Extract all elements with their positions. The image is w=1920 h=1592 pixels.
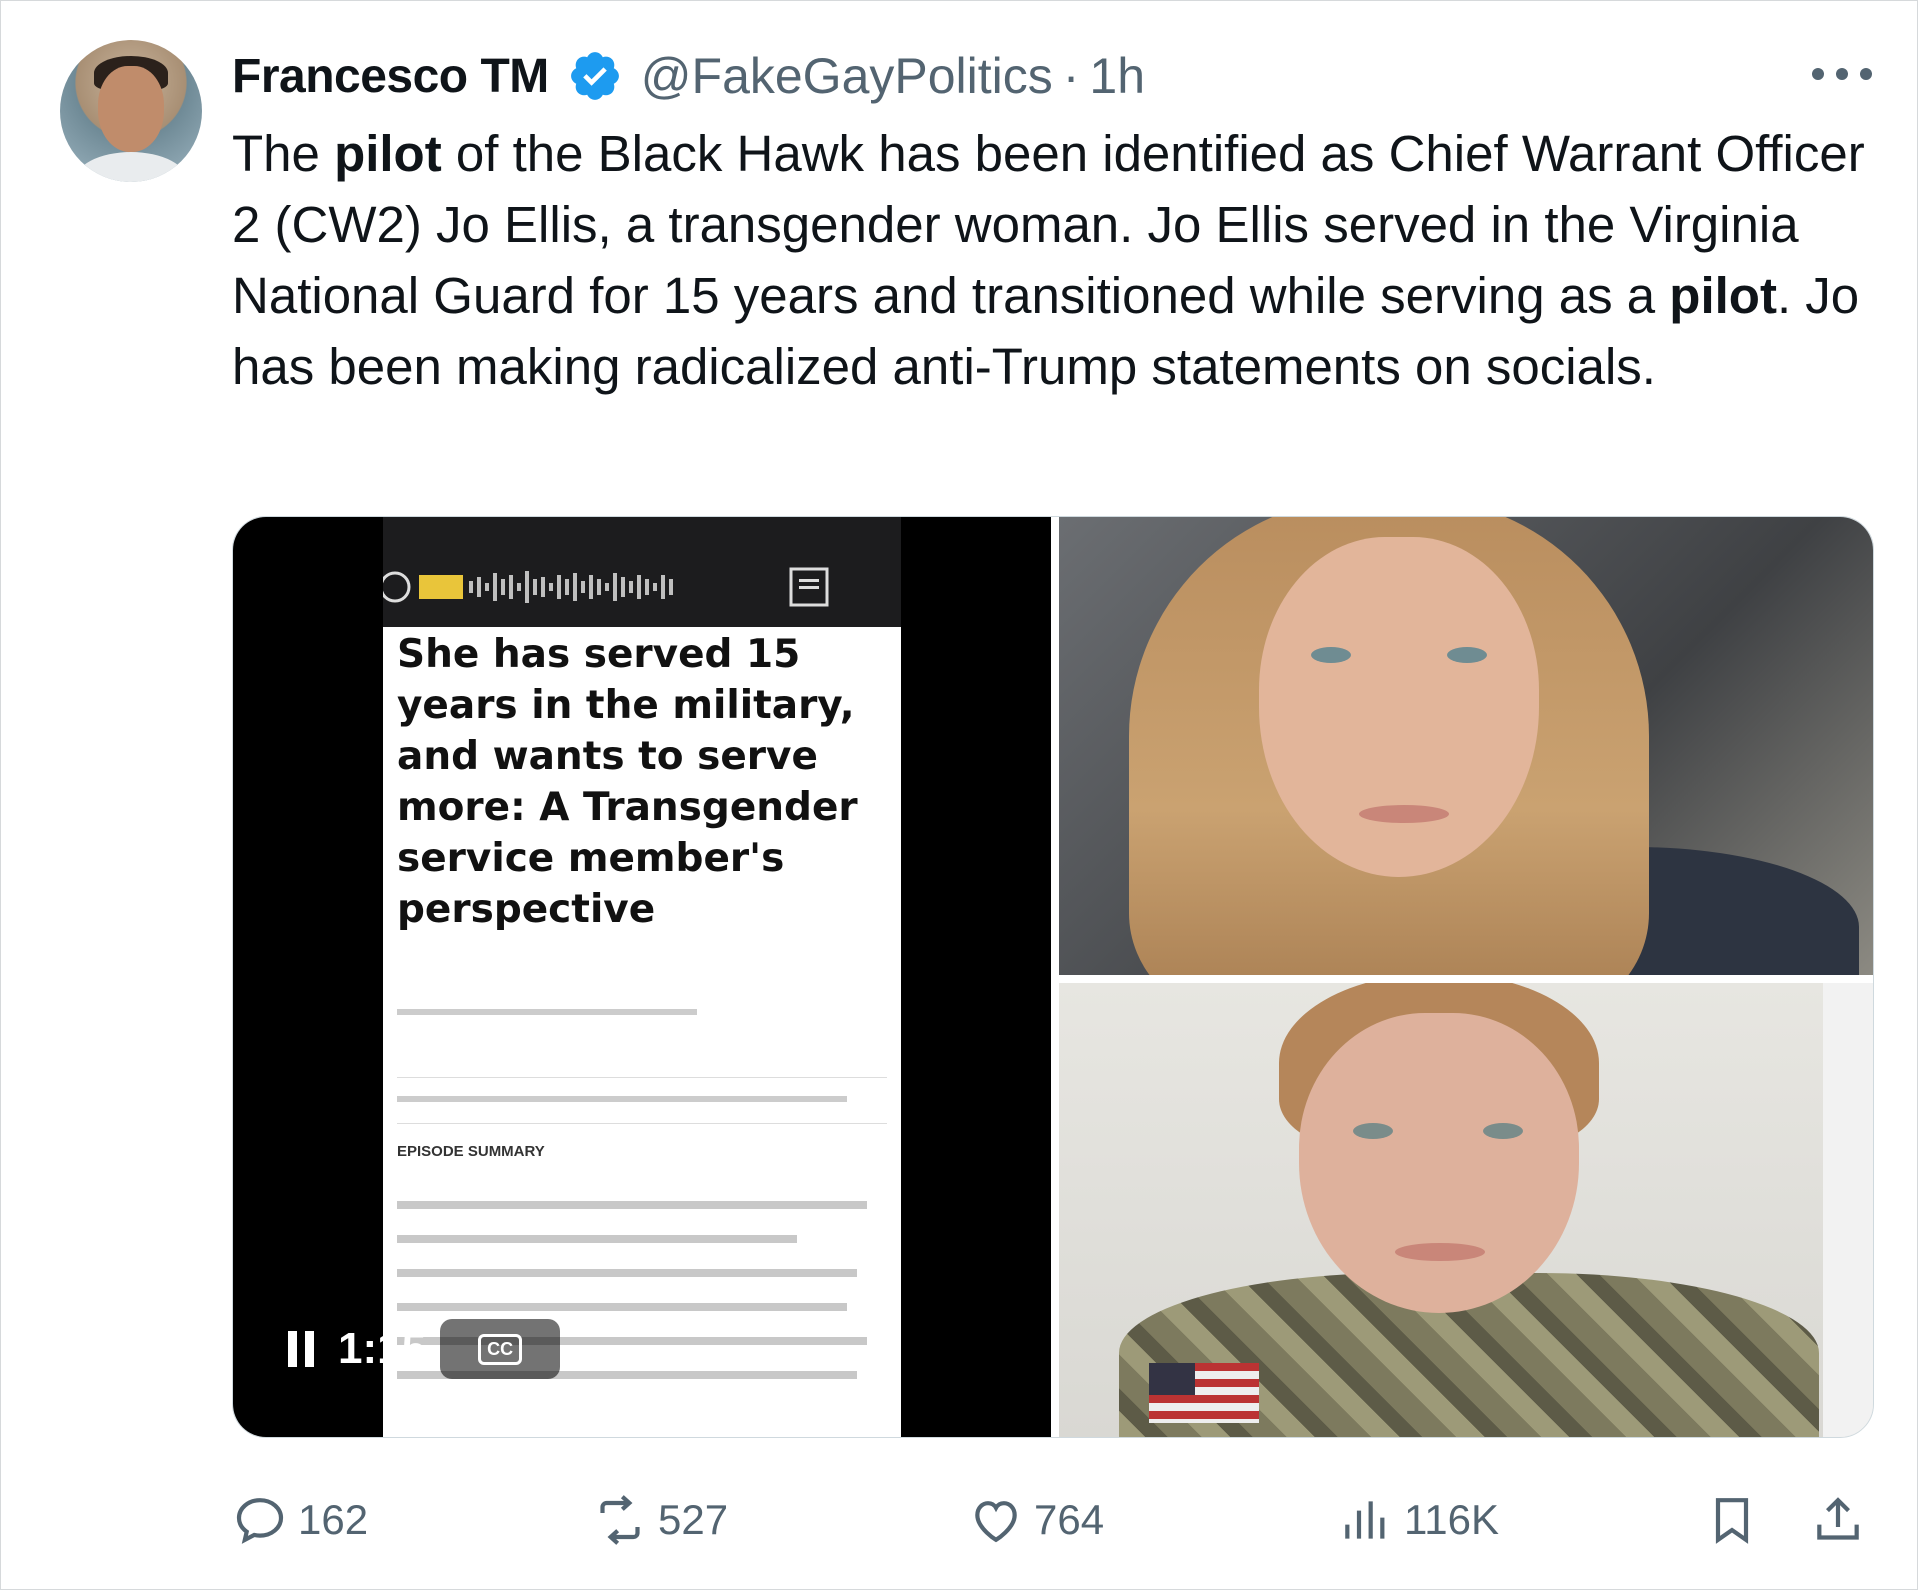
photo-face [1299, 1013, 1579, 1313]
share-button[interactable] [1810, 1490, 1866, 1550]
tweet-time[interactable]: 1h [1089, 47, 1145, 105]
article-meta-placeholder [397, 1005, 697, 1022]
video-controls: 1:15 CC [288, 1319, 561, 1379]
photo-lips [1359, 805, 1449, 823]
video-time: 1:15 [338, 1324, 427, 1373]
reply-count: 162 [298, 1496, 369, 1543]
photo-lips [1395, 1243, 1485, 1261]
retweet-count: 527 [658, 1496, 729, 1543]
retweet-button[interactable]: 527 [592, 1490, 728, 1550]
author-name[interactable]: Francesco TM [232, 49, 549, 104]
like-count: 764 [1034, 1496, 1105, 1543]
photo-eye [1447, 647, 1487, 663]
article-headline: She has served 15 years in the military,… [397, 632, 858, 932]
tweet-text-bold: pilot [334, 125, 442, 182]
reply-icon [236, 1498, 284, 1544]
share-icon [1817, 1497, 1859, 1540]
retweet-icon [600, 1495, 640, 1545]
verified-badge-icon [570, 52, 619, 100]
tweet-header: Francesco TM @FakeGayPolitics · 1h [232, 46, 1145, 106]
author-handle[interactable]: @FakeGayPolitics [641, 47, 1053, 105]
photo-uniform[interactable] [1059, 983, 1873, 1437]
views-button[interactable]: 116K [1338, 1490, 1499, 1550]
header-separator: · [1062, 48, 1080, 104]
tweet-text-bold: pilot [1669, 267, 1777, 324]
photo-eye [1311, 647, 1351, 663]
more-icon[interactable] [1812, 62, 1872, 86]
pause-icon[interactable] [288, 1331, 314, 1367]
photo-banner [1823, 983, 1873, 1437]
video-player[interactable]: She has served 15 years in the military,… [233, 517, 1051, 1437]
share-row-placeholder [397, 1077, 887, 1124]
media-grid: She has served 15 years in the military,… [232, 516, 1874, 1438]
views-icon [1345, 1501, 1385, 1539]
photo-selfie-car[interactable] [1059, 517, 1873, 975]
audio-waveform [379, 557, 901, 617]
like-button[interactable]: 764 [968, 1490, 1104, 1550]
cc-icon[interactable]: CC [440, 1319, 561, 1379]
episode-title: EPISODE SUMMARY [397, 1143, 545, 1160]
episode-summary-placeholder [397, 1191, 887, 1413]
more-dot [1812, 68, 1824, 80]
avatar[interactable] [60, 40, 202, 182]
tweet-text-segment: of the Black Hawk has been identified as… [232, 125, 1865, 324]
tweet-text: The pilot of the Black Hawk has been ide… [232, 118, 1872, 402]
browser-bar [379, 517, 901, 627]
reply-button[interactable]: 162 [232, 1490, 368, 1550]
flag-patch [1149, 1363, 1259, 1423]
tweet-text-segment: The [232, 125, 335, 182]
cc-label: CC [478, 1333, 523, 1365]
views-count: 116K [1404, 1496, 1499, 1543]
action-bar: 162 527 764 116K [232, 1490, 1872, 1550]
video-screenshot: She has served 15 years in the military,… [379, 517, 901, 1437]
photo-eye [1353, 1123, 1393, 1139]
more-dot [1860, 68, 1872, 80]
bookmark-icon [1715, 1498, 1749, 1544]
more-dot [1836, 68, 1848, 80]
avatar-shirt [74, 152, 188, 182]
bookmark-button[interactable] [1704, 1490, 1760, 1550]
photo-eye [1483, 1123, 1523, 1139]
like-icon [975, 1501, 1017, 1543]
photo-face [1259, 537, 1539, 877]
avatar-face [98, 66, 164, 152]
